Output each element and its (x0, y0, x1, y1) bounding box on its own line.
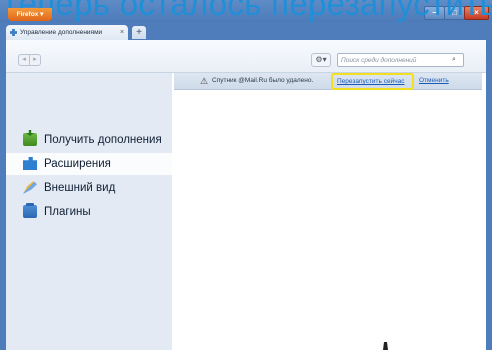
sidebar-item-label: Внешний вид (44, 182, 116, 194)
overlay-caption: Теперь осталось перезапустить (0, 0, 492, 22)
notification-message: Спутник @Mail.Ru было удалено. (212, 77, 314, 84)
tab-strip: Управление дополнениями × + (0, 22, 492, 40)
addons-manager-content: ◂ ▸ ⚙▾ ⌕ Получить дополнения Расширения … (6, 40, 486, 350)
tab-addons-manager[interactable]: Управление дополнениями × (6, 25, 128, 40)
restart-highlight: Перезапустить сейчас (331, 73, 414, 90)
tools-gear-button[interactable]: ⚙▾ (311, 53, 331, 67)
warning-icon: ⚠ (200, 76, 209, 86)
get-addons-icon (23, 133, 37, 146)
uninstall-notification: ⚠ Спутник @Mail.Ru было удалено. Перезап… (174, 73, 482, 90)
undo-link[interactable]: Отменить (419, 73, 449, 89)
tab-close-icon[interactable]: × (120, 25, 124, 40)
search-box: ⌕ (337, 53, 464, 67)
new-tab-button[interactable]: + (132, 26, 146, 39)
puzzle-icon (10, 29, 17, 36)
firefox-menu-button[interactable]: Firefox ▾ (8, 8, 52, 21)
tab-label: Управление дополнениями (20, 29, 103, 36)
addons-toolbar: ◂ ▸ ⚙▾ ⌕ (6, 40, 486, 73)
plugin-icon (23, 203, 37, 218)
extensions-list-pane: ⚠ Спутник @Mail.Ru было удалено. Перезап… (172, 73, 486, 350)
categories-sidebar: Получить дополнения Расширения Внешний в… (6, 73, 172, 350)
sidebar-item-label: Плагины (44, 206, 91, 218)
sidebar-item-plugins[interactable]: Плагины (6, 201, 172, 223)
sidebar-item-extensions[interactable]: Расширения (6, 153, 172, 175)
window-frame-right (486, 40, 492, 350)
search-input[interactable] (341, 54, 449, 66)
sidebar-item-get-addons[interactable]: Получить дополнения (6, 129, 172, 151)
forward-button[interactable]: ▸ (29, 54, 41, 66)
restart-now-link[interactable]: Перезапустить сейчас (337, 76, 404, 87)
brush-icon (23, 181, 37, 194)
puzzle-icon (23, 157, 37, 170)
search-icon[interactable]: ⌕ (452, 54, 456, 66)
sidebar-item-appearance[interactable]: Внешний вид (6, 177, 172, 199)
sidebar-item-label: Расширения (44, 158, 111, 170)
sidebar-item-label: Получить дополнения (44, 134, 162, 146)
